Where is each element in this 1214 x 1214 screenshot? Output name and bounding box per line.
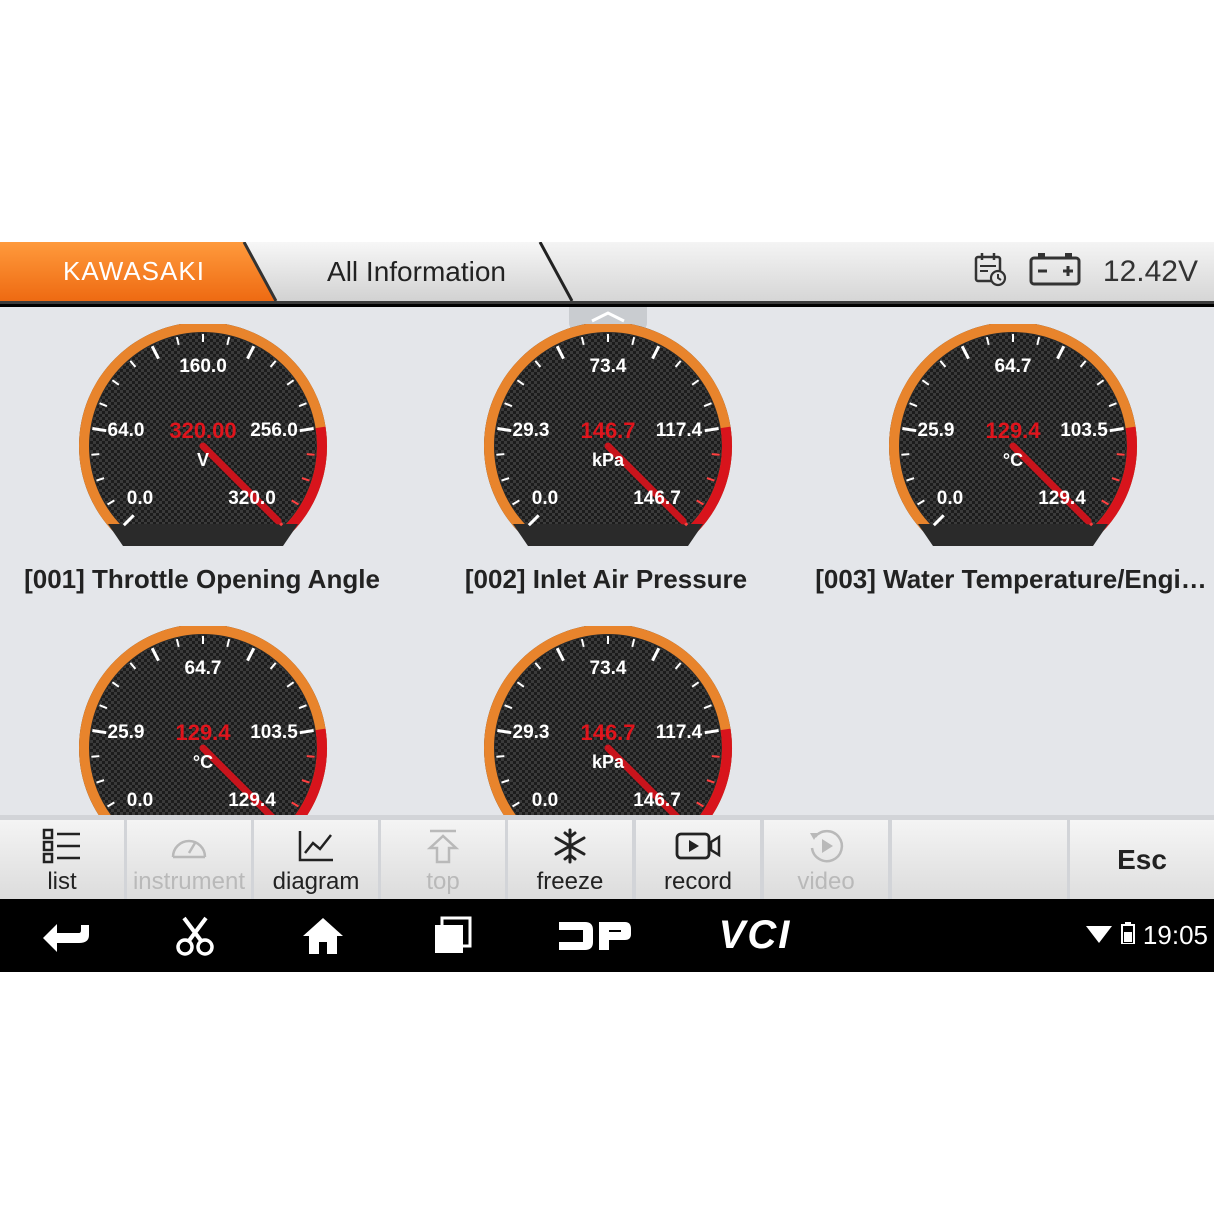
esc-button[interactable]: Esc: [1070, 820, 1214, 899]
gauge-value: 146.7: [580, 720, 635, 745]
gauge-unit: °C: [1003, 450, 1023, 470]
gauge-title: [001] Throttle Opening Angle: [24, 564, 380, 594]
diagram-label: diagram: [272, 868, 360, 895]
gauge-icon: [169, 824, 209, 868]
record-label: record: [663, 868, 733, 895]
tick-label-lower-right: 129.4: [1038, 488, 1086, 509]
tick-label-top: 64.7: [185, 658, 222, 679]
instrument-label: instrument: [132, 868, 246, 895]
battery-icon: [1029, 252, 1081, 291]
instrument-button[interactable]: instrument: [127, 820, 251, 899]
gauge-unit: °C: [193, 752, 213, 772]
video-label: video: [797, 868, 855, 895]
battery-voltage: 12.42V: [1102, 254, 1198, 288]
tick-label-lower-right: 129.4: [228, 790, 276, 811]
diagram-button[interactable]: diagram: [254, 820, 378, 899]
tick-label-lower-right: 146.7: [633, 488, 681, 509]
video-camera-icon: [675, 824, 721, 868]
gauge-dial: 73.4 29.3 117.4 0.0 146.7 146.7 kPa: [484, 626, 732, 815]
tick-label-upper-right: 103.5: [1060, 420, 1108, 441]
top-button[interactable]: top: [381, 820, 505, 899]
tick-label-upper-left: 64.0: [108, 420, 145, 441]
gauge-title: [002] Inlet Air Pressure: [464, 564, 748, 594]
gauge-panel[interactable]: 160.0 64.0 256.0 0.0 320.0 320.00 V [001] Throt…: [0, 307, 1214, 815]
tick-label-lower-right: 146.7: [633, 790, 681, 811]
tick-label-top: 73.4: [590, 356, 627, 377]
list-button[interactable]: list: [0, 820, 124, 899]
tick-label-lower-left: 0.0: [532, 790, 558, 811]
gauge-value: 129.4: [985, 418, 1041, 443]
toolbar: list instrument diagram top freeze recor…: [0, 815, 1214, 899]
brand-label: KAWASAKI: [63, 256, 205, 286]
record-button[interactable]: record: [636, 820, 760, 899]
top-label: top: [426, 868, 460, 895]
tick-label-upper-right: 117.4: [656, 722, 703, 743]
vci-app-button[interactable]: VCI: [712, 899, 798, 972]
gauge-unit: kPa: [592, 450, 625, 470]
tick-label-lower-left: 0.0: [937, 488, 963, 509]
tick-label-upper-left: 25.9: [918, 420, 955, 441]
replay-icon: [807, 824, 845, 868]
tick-label-top: 160.0: [179, 356, 227, 377]
gauge[interactable]: 64.7 25.9 103.5 0.0 129.4 129.4 °C: [78, 626, 328, 815]
section-label: All Information: [327, 256, 506, 287]
gauge-unit: V: [197, 450, 209, 470]
gauge-dial: 160.0 64.0 256.0 0.0 320.0 320.00 V: [79, 324, 327, 546]
tick-label-top: 73.4: [590, 658, 627, 679]
tick-label-upper-right: 103.5: [250, 722, 298, 743]
system-nav-bar: DP VCI 19:05: [0, 899, 1214, 972]
vci-label: VCI: [718, 913, 792, 957]
tick-label-upper-left: 25.9: [108, 722, 145, 743]
brand-tab[interactable]: KAWASAKI: [0, 242, 278, 301]
tick-label-upper-right: 117.4: [656, 420, 703, 441]
gauge[interactable]: 73.4 29.3 117.4 0.0 146.7 146.7 kPa: [483, 324, 733, 546]
back-icon[interactable]: [38, 899, 94, 972]
status-tray: 19:05: [1058, 899, 1208, 972]
gauge-dial: 64.7 25.9 103.5 0.0 129.4 129.4 °C: [889, 324, 1137, 546]
tick-label-top: 64.7: [995, 356, 1032, 377]
line-chart-icon: [297, 824, 335, 868]
tick-label-lower-right: 320.0: [228, 488, 276, 509]
battery-icon: [1120, 922, 1135, 949]
freeze-button[interactable]: freeze: [508, 820, 632, 899]
arrow-up-icon: [426, 824, 460, 868]
wifi-icon: [1085, 922, 1113, 949]
gauge-value: 129.4: [175, 720, 231, 745]
snowflake-icon: [552, 824, 588, 868]
list-label: list: [47, 868, 77, 895]
gauge-dial: 73.4 29.3 117.4 0.0 146.7 146.7 kPa: [484, 324, 732, 546]
status-area: 12.42V: [973, 242, 1198, 301]
gauge-dial: 64.7 25.9 103.5 0.0 129.4 129.4 °C: [79, 626, 327, 815]
gauge-unit: kPa: [592, 752, 625, 772]
gauge-value: 146.7: [580, 418, 635, 443]
tick-label-upper-left: 29.3: [513, 420, 550, 441]
clock: 19:05: [1142, 920, 1208, 950]
header-bar: KAWASAKI All Information 12.42V: [0, 242, 1214, 304]
gauge[interactable]: 73.4 29.3 117.4 0.0 146.7 146.7 kPa: [483, 626, 733, 815]
tick-label-lower-left: 0.0: [127, 488, 153, 509]
tick-label-lower-left: 0.0: [127, 790, 153, 811]
tick-label-upper-right: 256.0: [250, 420, 298, 441]
list-icon: [42, 824, 82, 868]
freeze-label: freeze: [536, 868, 604, 895]
section-tab[interactable]: All Information: [244, 242, 574, 301]
gauge-title: [003] Water Temperature/Engi…: [815, 564, 1207, 594]
scissors-icon[interactable]: [172, 899, 218, 972]
gauge-value: 320.00: [169, 418, 236, 443]
home-icon[interactable]: [300, 899, 346, 972]
dp-logo: [559, 921, 631, 950]
video-button[interactable]: video: [764, 820, 888, 899]
dp-app-button[interactable]: DP: [556, 899, 634, 972]
tick-label-lower-left: 0.0: [532, 488, 558, 509]
calendar-clock-icon[interactable]: [973, 251, 1007, 292]
toolbar-empty-slot: [892, 820, 1067, 899]
gauge[interactable]: 160.0 64.0 256.0 0.0 320.0 320.00 V: [78, 324, 328, 546]
device-screen: KAWASAKI All Information 12.42V 160.0 64…: [0, 242, 1214, 972]
gauge[interactable]: 64.7 25.9 103.5 0.0 129.4 129.4 °C: [888, 324, 1138, 546]
recent-apps-icon[interactable]: [430, 899, 474, 972]
tick-label-upper-left: 29.3: [513, 722, 550, 743]
